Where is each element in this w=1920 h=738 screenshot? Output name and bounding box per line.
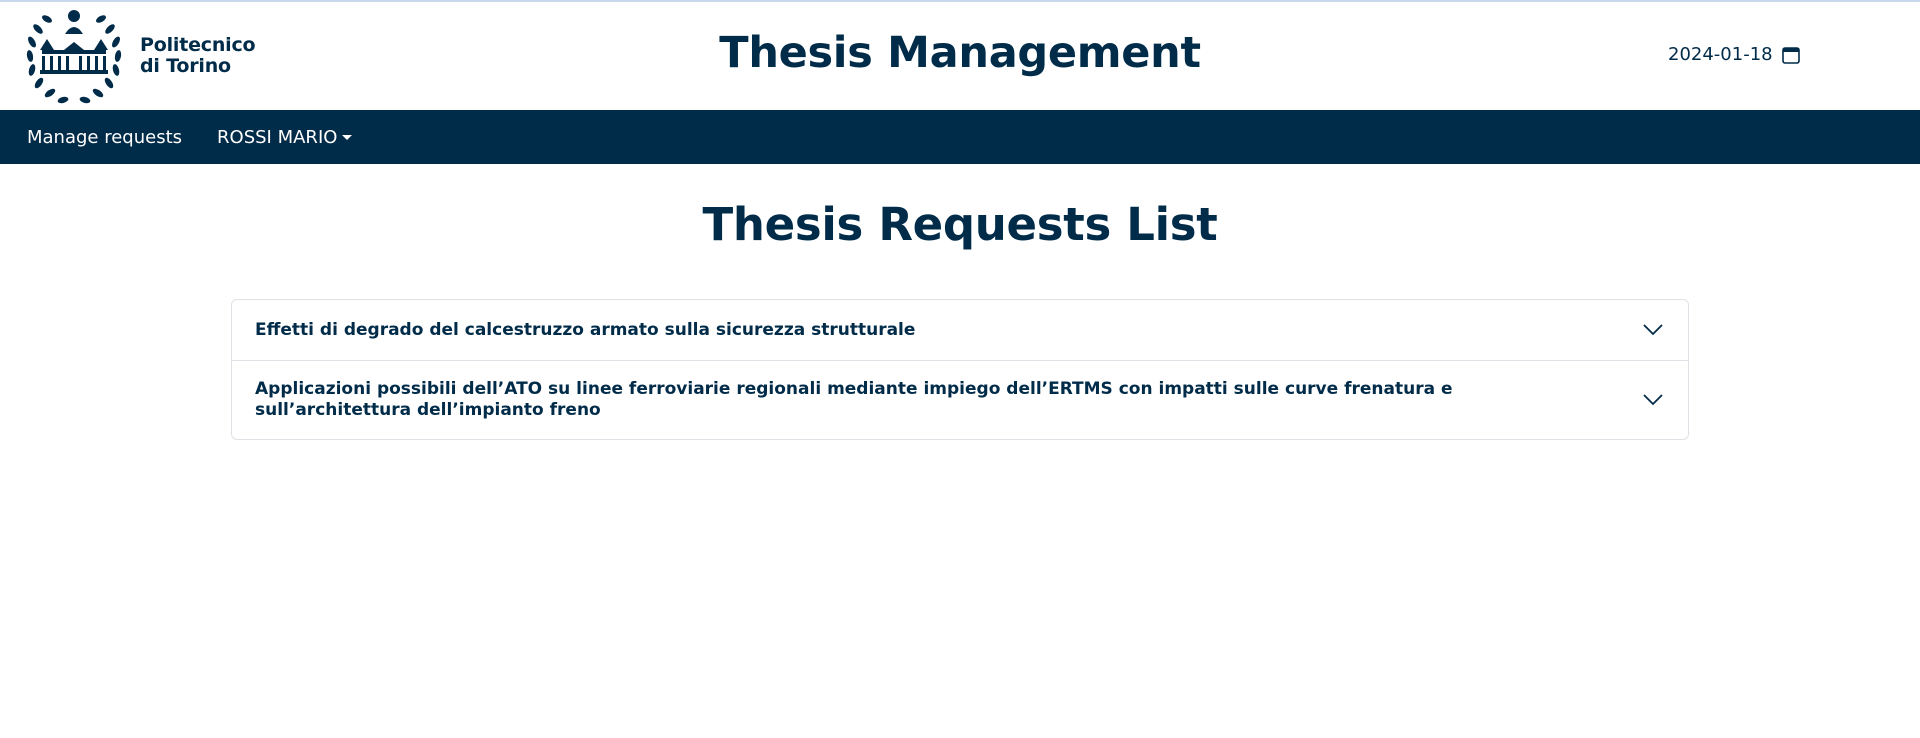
current-date: 2024-01-18 bbox=[1668, 44, 1773, 65]
request-title: Effetti di degrado del calcestruzzo arma… bbox=[255, 319, 916, 340]
main-navbar: Manage requests ROSSI MARIO bbox=[0, 110, 1920, 164]
nav-manage-requests[interactable]: Manage requests bbox=[14, 127, 195, 148]
accordion-item-request-1[interactable]: Effetti di degrado del calcestruzzo arma… bbox=[232, 300, 1688, 360]
request-title: Applicazioni possibili dell’ATO su linee… bbox=[255, 379, 1453, 420]
thesis-requests-accordion: Effetti di degrado del calcestruzzo arma… bbox=[231, 299, 1689, 440]
chevron-down-icon[interactable] bbox=[1642, 323, 1664, 337]
chevron-down-icon[interactable] bbox=[1642, 393, 1664, 407]
app-header: Politecnico di Torino Thesis Management … bbox=[0, 2, 1920, 110]
page-title: Thesis Requests List bbox=[702, 198, 1218, 251]
calendar-icon[interactable] bbox=[1781, 45, 1801, 65]
caret-down-icon bbox=[342, 134, 353, 140]
user-menu-dropdown[interactable]: ROSSI MARIO bbox=[204, 127, 365, 148]
accordion-item-request-2[interactable]: Applicazioni possibili dell’ATO su linee… bbox=[232, 360, 1688, 439]
app-title: Thesis Management bbox=[719, 28, 1201, 78]
virtual-clock-date[interactable]: 2024-01-18 bbox=[1668, 44, 1801, 65]
user-name: ROSSI MARIO bbox=[217, 126, 338, 148]
